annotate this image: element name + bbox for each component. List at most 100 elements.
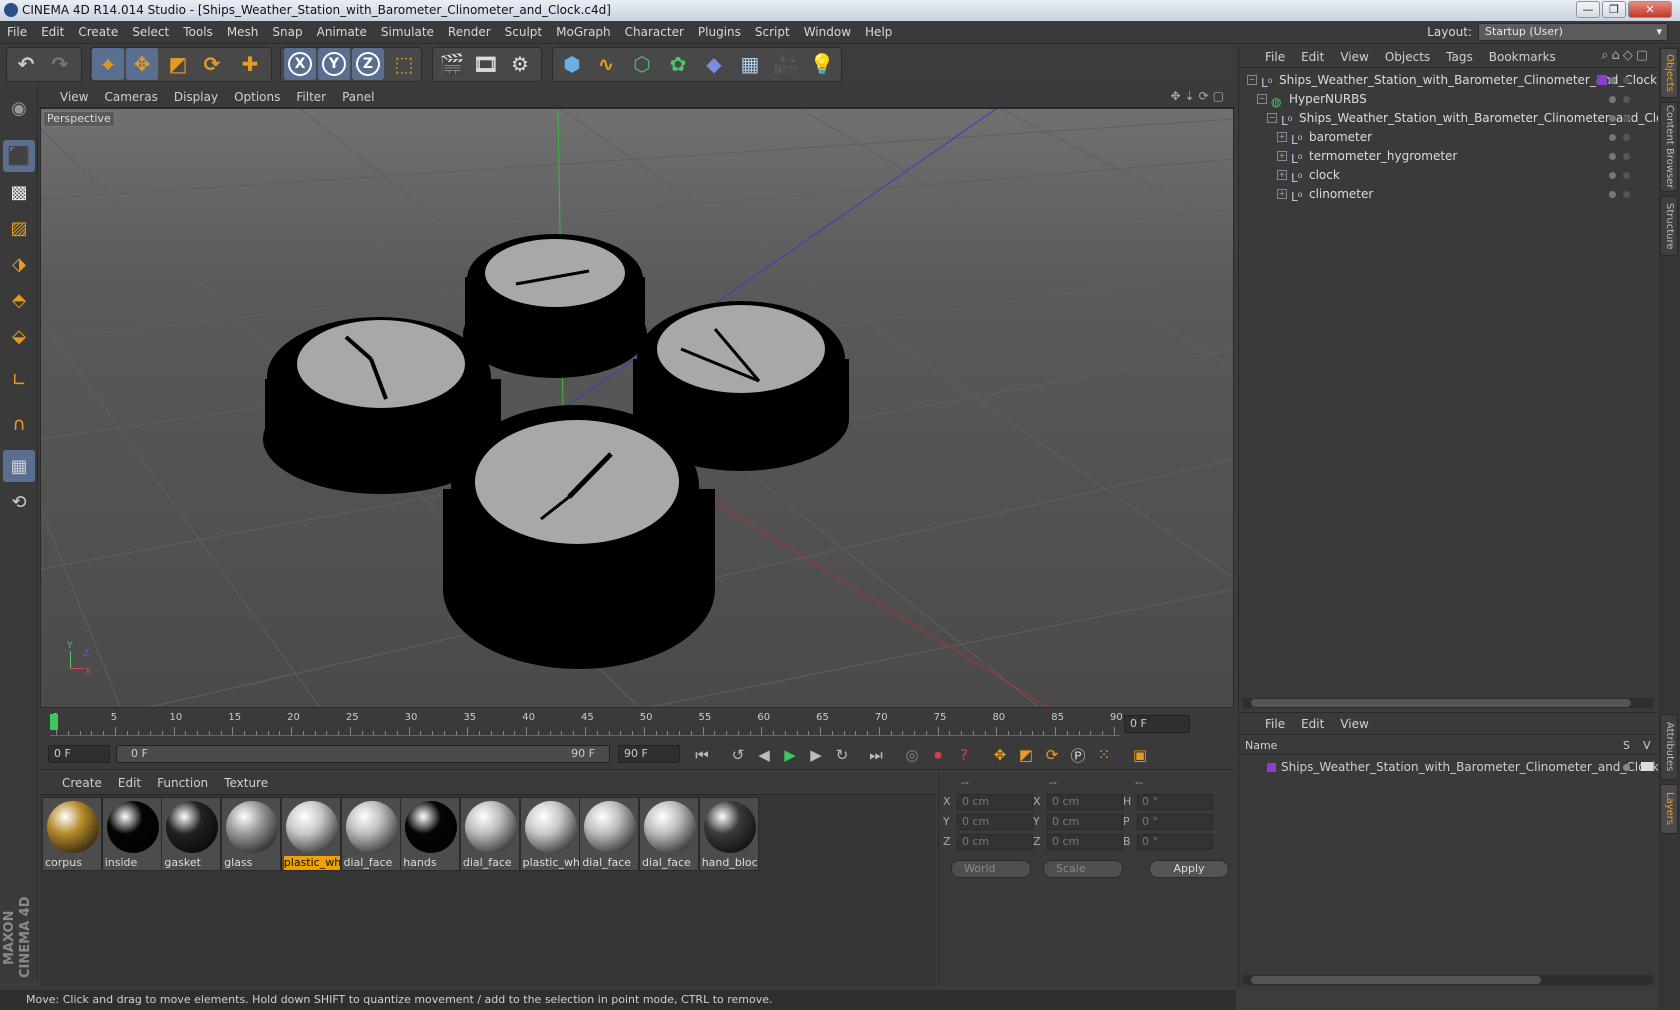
playhead[interactable] xyxy=(50,714,58,730)
polygons-mode-icon[interactable]: ⬙ xyxy=(3,320,35,352)
editor-visibility-dot[interactable] xyxy=(1609,134,1616,141)
timeline-ruler[interactable]: 051015202530354045505560657075808590 0 F xyxy=(40,710,1236,738)
layer-visible-icon[interactable] xyxy=(1641,762,1653,771)
menu-help[interactable]: Help xyxy=(858,21,899,44)
live-selection-icon[interactable]: ⌖ xyxy=(92,48,124,80)
menu-create[interactable]: Create xyxy=(71,21,125,44)
menu-render[interactable]: Render xyxy=(441,21,498,44)
tab-content-browser[interactable]: Content Browser xyxy=(1660,102,1678,192)
redo-icon[interactable]: ↷ xyxy=(44,48,76,80)
layer-color-tag[interactable] xyxy=(1597,75,1607,85)
z-axis-lock-button[interactable]: Z xyxy=(352,48,384,80)
coord-value-field[interactable]: 0 cm xyxy=(1047,834,1123,850)
range-slider[interactable]: 0 F 90 F xyxy=(116,745,610,763)
menu-file[interactable]: File xyxy=(0,21,34,44)
subdivision-surface-icon[interactable]: ⬡ xyxy=(626,48,658,80)
autokey-icon[interactable]: ⏺ xyxy=(926,744,950,766)
menu-simulate[interactable]: Simulate xyxy=(374,21,441,44)
render-visibility-dot[interactable] xyxy=(1623,77,1630,84)
key-pla-icon[interactable]: ⁙ xyxy=(1092,744,1116,766)
menu-select[interactable]: Select xyxy=(125,21,176,44)
object-row[interactable]: + L⁰ clock xyxy=(1239,165,1657,185)
editor-visibility-dot[interactable] xyxy=(1609,77,1616,84)
object-row[interactable]: − L⁰ Ships_Weather_Station_with_Barometer_… xyxy=(1239,108,1677,128)
object-row[interactable]: − L⁰ Ships_Weather_Station_with_Barometer_… xyxy=(1239,70,1657,90)
viewport-menu-cameras[interactable]: Cameras xyxy=(96,86,165,108)
keyframe-selection-icon[interactable]: ? xyxy=(952,744,976,766)
object-row[interactable]: + L⁰ barometer xyxy=(1239,127,1657,147)
viewport-menu-options[interactable]: Options xyxy=(226,86,288,108)
key-parameter-icon[interactable]: Ⓟ xyxy=(1066,744,1090,766)
coord-value-field[interactable]: 0 cm xyxy=(957,814,1033,830)
coord-value-field[interactable]: 0 cm xyxy=(957,834,1033,850)
edges-mode-icon[interactable]: ⬘ xyxy=(3,284,35,316)
deformer-icon[interactable]: ◆ xyxy=(698,48,730,80)
editor-visibility-dot[interactable] xyxy=(1609,153,1616,160)
object-menu-tags[interactable]: Tags xyxy=(1438,46,1481,68)
render-picture-viewer-icon[interactable]: 🎞 xyxy=(470,48,502,80)
material-menu-create[interactable]: Create xyxy=(54,772,110,794)
layout-dropdown[interactable]: Startup (User) ▾ xyxy=(1478,23,1668,41)
editor-visibility-dot[interactable] xyxy=(1609,96,1616,103)
end-frame-field[interactable]: 90 F xyxy=(618,745,680,763)
menu-edit[interactable]: Edit xyxy=(34,21,71,44)
apply-button[interactable]: Apply xyxy=(1149,860,1229,878)
viewport-menu-filter[interactable]: Filter xyxy=(288,86,334,108)
viewport-nav-icons[interactable]: ✥⇣⟳▢ xyxy=(1170,89,1228,103)
render-visibility-dot[interactable] xyxy=(1623,153,1630,160)
next-key-icon[interactable]: ↻ xyxy=(830,744,854,766)
tab-objects[interactable]: Objects xyxy=(1660,48,1678,98)
snap-icon[interactable]: ▦ xyxy=(3,450,35,482)
object-row[interactable]: + L⁰ termometer_hygrometer xyxy=(1239,146,1657,166)
start-frame-field[interactable]: 0 F xyxy=(48,745,110,763)
viewport-menu-view[interactable]: View xyxy=(52,86,96,108)
menu-mograph[interactable]: MoGraph xyxy=(549,21,618,44)
layer-scrollbar[interactable] xyxy=(1243,975,1653,985)
y-axis-lock-button[interactable]: Y xyxy=(318,48,350,80)
material-swatch[interactable]: hands xyxy=(400,797,461,871)
go-to-start-icon[interactable]: ⏮ xyxy=(690,744,714,766)
menu-sculpt[interactable]: Sculpt xyxy=(498,21,549,44)
material-swatch[interactable]: plastic_whi xyxy=(280,797,341,871)
material-swatch[interactable]: dial_face xyxy=(579,797,640,871)
menu-tools[interactable]: Tools xyxy=(176,21,220,44)
expand-toggle-icon[interactable]: + xyxy=(1277,151,1287,161)
editor-visibility-dot[interactable] xyxy=(1609,172,1616,179)
record-keys-icon[interactable]: ◎ xyxy=(900,744,924,766)
object-menu-objects[interactable]: Objects xyxy=(1377,46,1438,68)
previous-frame-icon[interactable]: ◀ xyxy=(752,744,776,766)
material-swatch[interactable]: dial_face xyxy=(459,797,520,871)
render-settings-icon[interactable]: ⚙ xyxy=(504,48,536,80)
search-icon[interactable]: ⌕⌂◇▢ xyxy=(1601,48,1651,63)
render-view-icon[interactable]: 🎬 xyxy=(436,48,468,80)
material-swatch[interactable]: hand_block xyxy=(698,797,759,871)
object-menu-file[interactable]: File xyxy=(1257,46,1293,68)
material-menu-edit[interactable]: Edit xyxy=(110,772,149,794)
menu-character[interactable]: Character xyxy=(618,21,691,44)
viewport-perspective[interactable]: Perspective Y Z X xyxy=(40,108,1234,708)
spline-pen-icon[interactable]: ∿ xyxy=(590,48,622,80)
material-menu-function[interactable]: Function xyxy=(149,772,216,794)
render-visibility-dot[interactable] xyxy=(1623,115,1630,122)
make-editable-icon[interactable]: ◉ xyxy=(3,92,35,124)
close-button[interactable]: ✕ xyxy=(1628,1,1672,18)
array-icon[interactable]: ✿ xyxy=(662,48,694,80)
scale-icon[interactable]: ◩ xyxy=(162,48,194,80)
editor-visibility-dot[interactable] xyxy=(1609,191,1616,198)
magnet-icon[interactable]: ∩ xyxy=(3,408,35,440)
timeline-window-icon[interactable]: ▣ xyxy=(1128,744,1152,766)
coordinate-system-dropdown[interactable]: World xyxy=(951,860,1031,878)
model-mode-icon[interactable]: ⬛ xyxy=(3,140,35,172)
coord-value-field[interactable]: 0 ° xyxy=(1137,794,1213,810)
expand-toggle-icon[interactable]: − xyxy=(1267,113,1277,123)
cube-icon[interactable]: ⬢ xyxy=(556,48,588,80)
tab-attributes[interactable]: Attributes xyxy=(1660,714,1678,780)
menu-window[interactable]: Window xyxy=(797,21,858,44)
light-icon[interactable]: 💡 xyxy=(806,48,838,80)
menu-snap[interactable]: Snap xyxy=(265,21,309,44)
tab-layers[interactable]: Layers xyxy=(1660,784,1678,834)
layer-menu-view[interactable]: View xyxy=(1332,713,1376,735)
key-position-icon[interactable]: ✥ xyxy=(988,744,1012,766)
next-frame-icon[interactable]: ▶ xyxy=(804,744,828,766)
object-scrollbar[interactable] xyxy=(1243,698,1653,708)
